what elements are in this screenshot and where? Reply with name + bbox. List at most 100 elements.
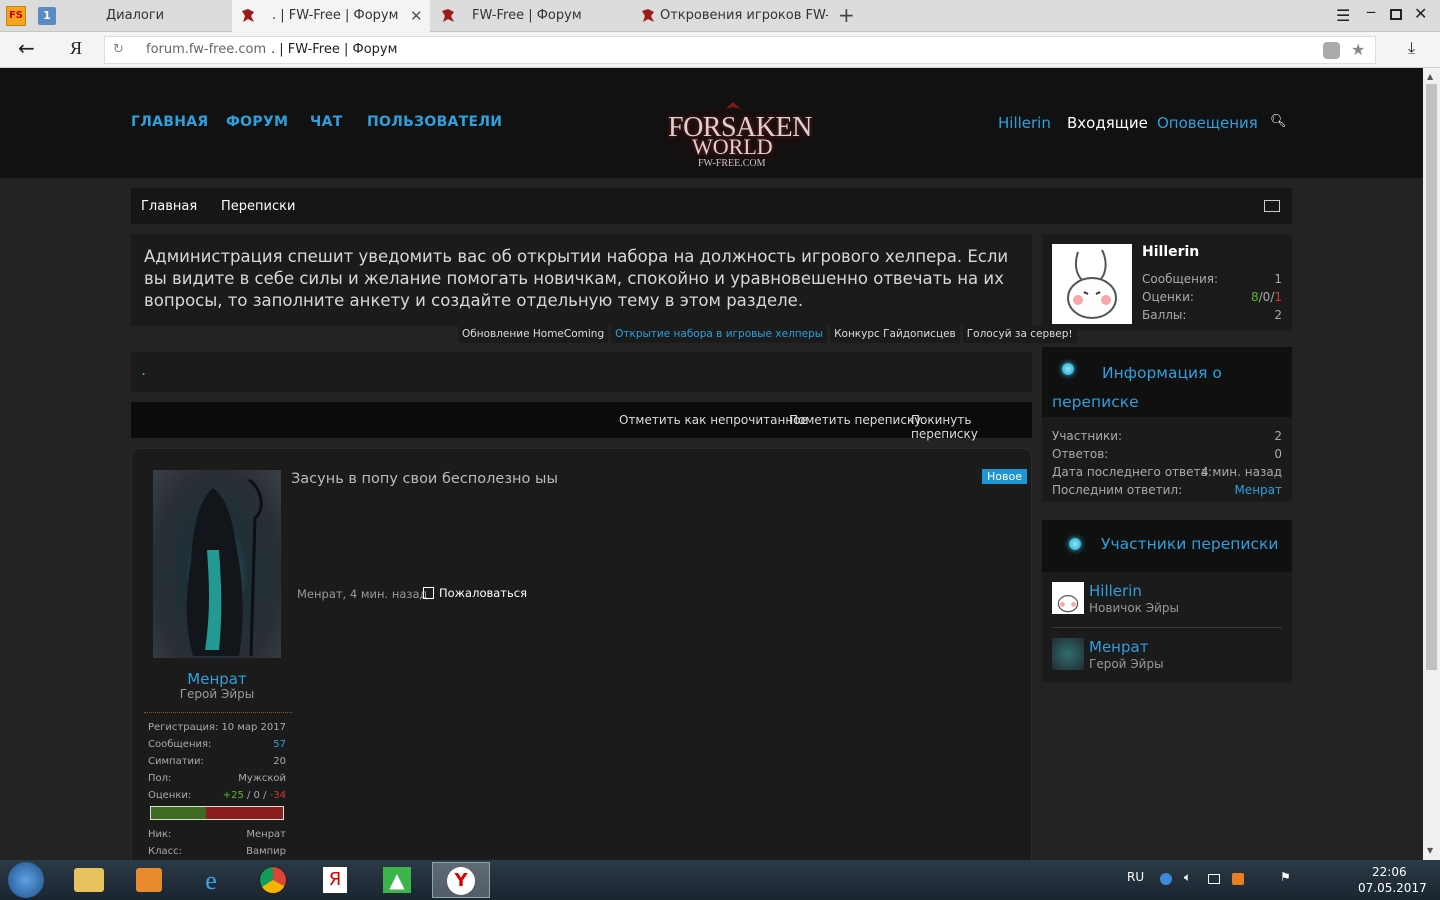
report-icon bbox=[423, 587, 434, 599]
tab-forum[interactable]: FW-Free | Форум bbox=[432, 0, 630, 32]
bunny-avatar-icon bbox=[1067, 249, 1117, 319]
tab-label: Диалоги bbox=[106, 8, 165, 23]
tab-label: . | FW-Free | Форум bbox=[272, 8, 399, 23]
reload-icon[interactable]: ↻ bbox=[113, 37, 124, 63]
window-close-icon[interactable]: ✕ bbox=[1414, 4, 1427, 23]
launcher-taskbar-icon[interactable]: ▲ bbox=[370, 862, 424, 898]
new-tab-icon[interactable]: + bbox=[838, 3, 855, 27]
start-button-icon[interactable] bbox=[8, 862, 44, 898]
message-meta: Менрат, 4 мин. назад bbox=[297, 587, 428, 601]
stat-value: 2 bbox=[1274, 308, 1282, 322]
notice-text: Администрация спешит уведомить вас об от… bbox=[144, 247, 1009, 310]
user-avatar[interactable] bbox=[1052, 244, 1132, 324]
stat-value: 2 bbox=[1274, 429, 1282, 443]
url-page-title: . | FW-Free | Форум bbox=[271, 42, 398, 57]
pinned-tab-1[interactable]: 1 bbox=[38, 7, 56, 25]
tab-label: FW-Free | Форум bbox=[472, 8, 582, 23]
ratings-neutral: / 0 / bbox=[243, 790, 270, 801]
participant-avatar[interactable] bbox=[1052, 582, 1084, 614]
stat-value: Вампир bbox=[246, 846, 286, 857]
tab-close-icon[interactable]: ✕ bbox=[410, 0, 423, 32]
explorer-taskbar-icon[interactable] bbox=[62, 862, 116, 898]
notice-tab-active[interactable]: Открытие набора в игровые хелперы bbox=[611, 326, 828, 343]
window-restore-icon[interactable] bbox=[1390, 9, 1402, 20]
site-header: ГЛАВНАЯ ФОРУМ ЧАТ ПОЛЬЗОВАТЕЛИ FORSAKEN … bbox=[0, 68, 1423, 178]
author-title: Герой Эйры bbox=[179, 687, 255, 701]
bookmark-star-icon[interactable]: ★ bbox=[1351, 37, 1365, 63]
scrollbar-thumb[interactable] bbox=[1426, 84, 1437, 670]
browser-menu-icon[interactable]: ☰ bbox=[1336, 6, 1350, 25]
nav-users[interactable]: ПОЛЬЗОВАТЕЛИ bbox=[367, 114, 502, 130]
stat-value: 4 мин. назад bbox=[1200, 465, 1282, 479]
chrome-taskbar-icon[interactable] bbox=[246, 862, 300, 898]
yandex-taskbar-icon[interactable]: Я bbox=[308, 862, 362, 898]
url-field[interactable]: ↻ forum.fw-free.com . | FW-Free | Форум … bbox=[104, 36, 1376, 64]
rating-negative: 1 bbox=[1274, 290, 1282, 304]
conversation-title: . bbox=[141, 360, 147, 379]
nav-forum[interactable]: ФОРУМ bbox=[226, 114, 288, 130]
windows-toggle-icon[interactable] bbox=[1264, 200, 1280, 212]
participants-header: Участники переписки bbox=[1042, 520, 1292, 572]
fw-favicon-icon bbox=[442, 9, 454, 22]
message-text: Засунь в попу свои бесполезно ыы bbox=[291, 471, 558, 487]
tab-revelations[interactable]: Откровения игроков FW-FF bbox=[632, 0, 828, 32]
page-scrollbar[interactable]: ▲ ▼ bbox=[1423, 68, 1440, 860]
notice-block: Администрация спешит уведомить вас об от… bbox=[131, 234, 1032, 326]
network-tray-icon[interactable] bbox=[1160, 873, 1172, 885]
tab-active-conversation[interactable]: . | FW-Free | Форум ✕ bbox=[232, 0, 430, 32]
participant-name[interactable]: Hillerin bbox=[1089, 582, 1142, 600]
site-protect-icon[interactable] bbox=[1323, 42, 1340, 59]
back-arrow-icon[interactable]: ← bbox=[18, 36, 35, 60]
stat-value[interactable]: 57 bbox=[148, 739, 286, 750]
header-inbox[interactable]: Входящие bbox=[1067, 114, 1148, 132]
sidebar-participants: Участники переписки Hillerin Новичок Эйр… bbox=[1042, 520, 1292, 682]
notice-tab[interactable]: Обновление HomeComing bbox=[458, 326, 609, 343]
nav-chat[interactable]: ЧАТ bbox=[310, 114, 343, 130]
sidebar-username[interactable]: Hillerin bbox=[1142, 244, 1199, 260]
participant-row[interactable]: Менрат Герой Эйры bbox=[1052, 638, 1282, 678]
window-minimize-icon[interactable]: ‒ bbox=[1366, 2, 1376, 21]
input-language[interactable]: RU bbox=[1127, 870, 1144, 884]
ratings-value: +25 / 0 / -34 bbox=[148, 790, 286, 801]
notice-tab[interactable]: Конкурс Гайдописцев bbox=[830, 326, 960, 343]
star-conversation-link[interactable]: Пометить переписку bbox=[789, 413, 921, 427]
pinned-tab-fs[interactable]: FS bbox=[6, 6, 26, 26]
app-tray-icon[interactable] bbox=[1232, 873, 1244, 885]
fw-favicon-icon bbox=[642, 9, 654, 22]
breadcrumb-conversations[interactable]: Переписки bbox=[221, 199, 295, 214]
yandex-browser-taskbar-icon[interactable]: Y bbox=[432, 862, 490, 898]
author-name[interactable]: Менрат bbox=[153, 670, 281, 688]
search-icon[interactable]: 🔍︎ bbox=[1270, 114, 1287, 129]
clock-date[interactable]: 07.05.2017 bbox=[1358, 881, 1427, 895]
flag-tray-icon[interactable]: ⚑ bbox=[1280, 870, 1291, 884]
reaper-figure-icon bbox=[186, 478, 263, 657]
volume-tray-icon[interactable]: 🔈︎ bbox=[1184, 870, 1191, 885]
author-avatar[interactable] bbox=[153, 470, 281, 658]
notice-tabs: Обновление HomeComing Открытие набора в и… bbox=[458, 326, 1080, 343]
scrollbar-down-icon[interactable]: ▼ bbox=[1427, 846, 1433, 855]
tab-dialogs[interactable]: Диалоги bbox=[66, 0, 232, 32]
yandex-logo-icon[interactable]: Я bbox=[70, 38, 82, 59]
clock-time[interactable]: 22:06 bbox=[1372, 865, 1407, 879]
display-tray-icon[interactable] bbox=[1208, 874, 1220, 884]
leave-conversation-link[interactable]: Покинуть переписку bbox=[911, 413, 1032, 441]
last-reply-user[interactable]: Менрат bbox=[1052, 483, 1282, 497]
stat-value: 0 bbox=[1274, 447, 1282, 461]
media-player-taskbar-icon[interactable] bbox=[122, 862, 176, 898]
participant-avatar[interactable] bbox=[1052, 638, 1084, 670]
new-badge: Новое bbox=[982, 469, 1027, 484]
participant-name[interactable]: Менрат bbox=[1089, 638, 1148, 656]
forsaken-world-logo[interactable]: FORSAKEN WORLD FW-FREE.COM bbox=[656, 98, 812, 174]
breadcrumb-home[interactable]: Главная bbox=[141, 199, 197, 214]
ie-taskbar-icon[interactable]: e bbox=[184, 862, 238, 898]
downloads-icon[interactable]: ⤓ bbox=[1408, 38, 1415, 58]
url-host: forum.fw-free.com bbox=[146, 42, 267, 57]
header-alerts[interactable]: Оповещения bbox=[1157, 114, 1258, 132]
participant-row[interactable]: Hillerin Новичок Эйры bbox=[1052, 582, 1282, 628]
mark-unread-link[interactable]: Отметить как непрочитанное bbox=[619, 413, 808, 427]
report-link[interactable]: Пожаловаться bbox=[423, 586, 527, 600]
scrollbar-up-icon[interactable]: ▲ bbox=[1427, 72, 1433, 81]
rating-neutral: 0 bbox=[1262, 290, 1271, 304]
nav-home[interactable]: ГЛАВНАЯ bbox=[131, 114, 209, 130]
header-username[interactable]: Hillerin bbox=[998, 114, 1051, 132]
